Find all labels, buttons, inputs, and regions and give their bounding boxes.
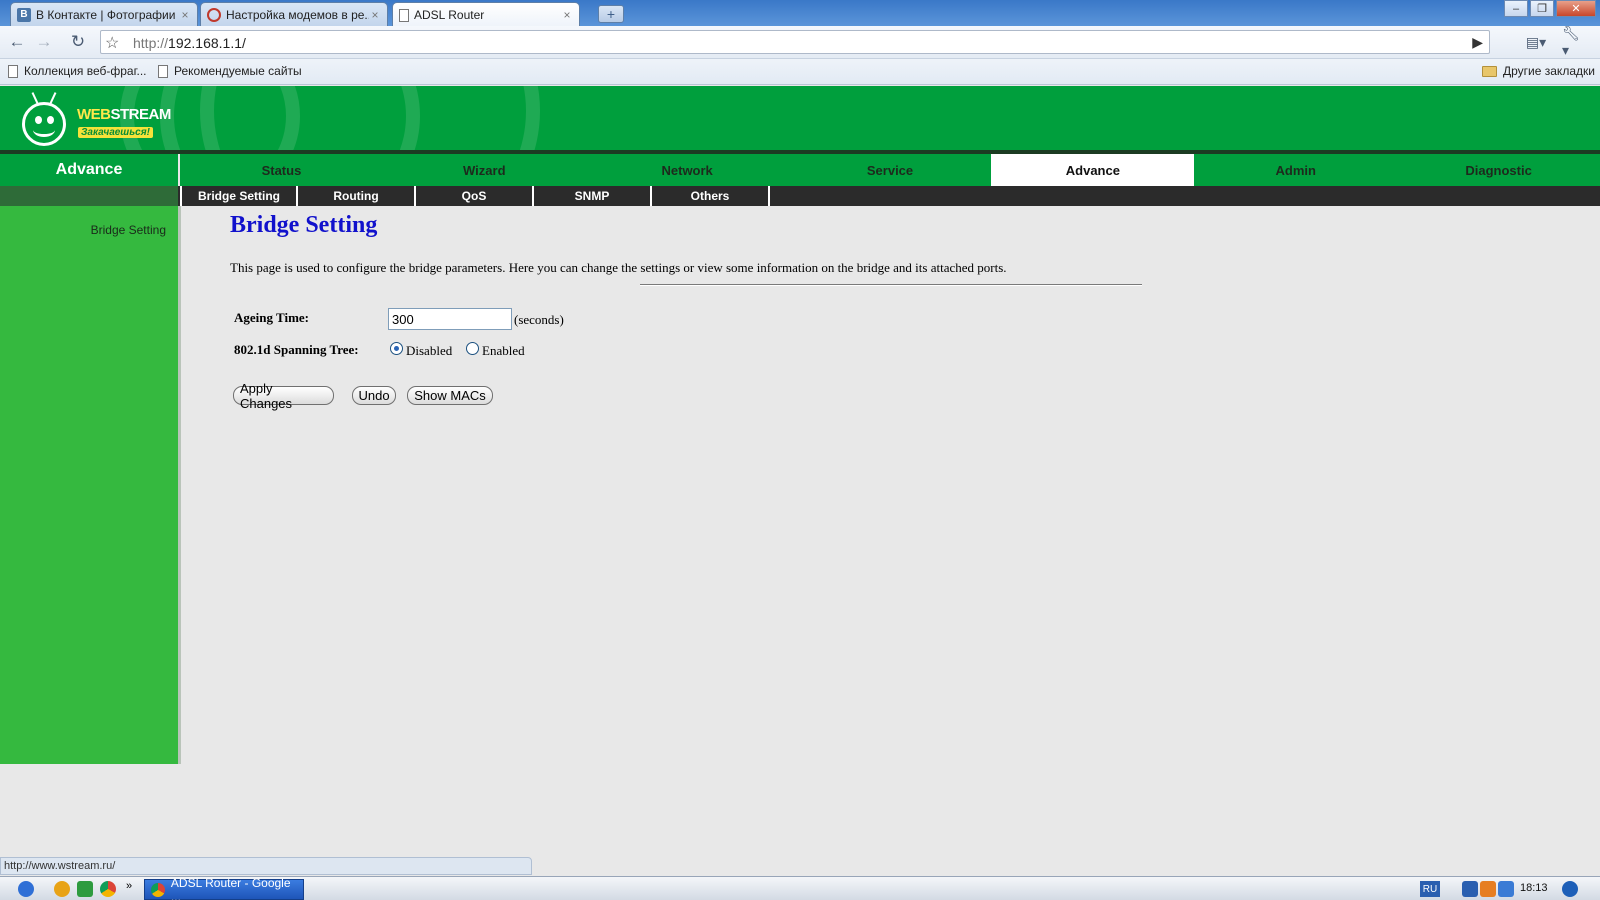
minimize-icon[interactable]: – [1504, 0, 1528, 17]
page-icon [158, 64, 168, 78]
bookmarks-bar: Коллекция веб-фраг... Рекомендуемые сайт… [0, 59, 1600, 85]
spanning-tree-label: 802.1d Spanning Tree: [234, 342, 359, 357]
stp-disabled-radio[interactable] [390, 342, 403, 355]
page-icon [399, 8, 409, 22]
sidebar: Bridge Setting [0, 206, 178, 764]
nav-network[interactable]: Network [586, 154, 789, 186]
other-bookmarks[interactable]: Другие закладки [1482, 64, 1595, 78]
subnav-bridge-setting[interactable]: Bridge Setting [180, 186, 298, 206]
subnav-qos[interactable]: QoS [416, 186, 534, 206]
bookmark-item[interactable]: Рекомендуемые сайты [158, 64, 302, 78]
forward-icon[interactable]: → [32, 31, 56, 53]
status-url: http://www.wstream.ru/ [0, 857, 532, 875]
tab-label: В Контакте | Фотографии [36, 7, 176, 22]
tab-label: Настройка модемов в ре... [226, 7, 369, 22]
app-icon[interactable] [77, 881, 93, 897]
reload-icon[interactable]: ↻ [66, 31, 90, 53]
bookmark-label: Рекомендуемые сайты [174, 64, 302, 78]
clock: 18:13 [1520, 882, 1548, 894]
nav-diagnostic[interactable]: Diagnostic [1397, 154, 1600, 186]
apply-changes-button[interactable]: Apply Changes [233, 381, 334, 411]
chrome-icon [151, 882, 165, 897]
app-icon[interactable] [54, 881, 70, 897]
sidebar-border [178, 206, 181, 764]
window-close-icon[interactable]: ✕ [1556, 0, 1596, 17]
page-icon [8, 64, 18, 78]
stp-enabled-label: Enabled [482, 343, 525, 358]
stp-disabled-label: Disabled [406, 343, 453, 358]
task-label: ADSL Router - Google ... [170, 875, 291, 900]
smiley-icon [22, 102, 66, 146]
taskbar: » ADSL Router - Google ... RU 18:13 [0, 876, 1600, 900]
webstream-logo[interactable]: WEBSTREAM Закачаешься! [22, 90, 171, 148]
star-icon[interactable]: ☆ [105, 33, 119, 53]
bookmark-item[interactable]: Коллекция веб-фраг... [8, 64, 147, 78]
nav-status[interactable]: Status [180, 154, 383, 186]
page-title: Bridge Setting [230, 212, 378, 238]
tray-icon[interactable] [1462, 881, 1478, 897]
undo-button[interactable]: Undo [352, 386, 396, 405]
nav-advance[interactable]: Advance [991, 154, 1195, 186]
brand-slogan: Закачаешься! [78, 127, 153, 138]
nav-service[interactable]: Service [789, 154, 992, 186]
media-player-icon[interactable] [1480, 881, 1496, 897]
main-nav: Status Wizard Network Service Advance Ad… [180, 154, 1600, 186]
header-decoration [200, 86, 540, 150]
show-macs-button[interactable]: Show MACs [407, 386, 493, 405]
brand-name: WEBSTREAM [77, 106, 171, 123]
tab-label: ADSL Router [414, 8, 485, 22]
more-icon[interactable]: » [126, 880, 132, 892]
start-icon[interactable] [18, 881, 34, 897]
subnav-routing[interactable]: Routing [298, 186, 416, 206]
wrench-icon[interactable]: 🔧︎▾ [1562, 25, 1586, 58]
browser-toolbar: ← → ↻ ☆ http://192.168.1.1/ ▶ ▤▾ 🔧︎▾ [0, 25, 1600, 59]
page-header: WEBSTREAM Закачаешься! [0, 86, 1600, 150]
taskbar-window-button[interactable]: ADSL Router - Google ... [144, 875, 304, 900]
close-icon[interactable]: × [369, 8, 381, 22]
page-description: This page is used to configure the bridg… [230, 260, 1007, 275]
tab-strip: B В Контакте | Фотографии × Настройка мо… [0, 0, 1600, 27]
subnav-others[interactable]: Others [652, 186, 770, 206]
go-icon[interactable]: ▶ [1472, 34, 1483, 51]
sidebar-item-bridge-setting[interactable]: Bridge Setting [91, 223, 166, 237]
tab-modem-setup[interactable]: Настройка модемов в ре... × [200, 2, 388, 26]
tab-adsl-router[interactable]: ADSL Router × [392, 2, 580, 27]
vk-icon: B [17, 7, 31, 22]
subnav-snmp[interactable]: SNMP [534, 186, 652, 206]
close-icon[interactable]: × [179, 8, 191, 22]
chrome-icon[interactable] [100, 881, 116, 897]
bookmark-label: Коллекция веб-фраг... [24, 64, 147, 78]
divider [640, 284, 1142, 286]
stp-enabled-radio[interactable] [466, 342, 479, 355]
sub-nav-spacer [0, 186, 178, 206]
main-content: Bridge Setting This page is used to conf… [230, 212, 1230, 411]
network-icon[interactable] [1498, 881, 1514, 897]
address-bar[interactable]: ☆ http://192.168.1.1/ ▶ [100, 30, 1490, 54]
ageing-time-unit: (seconds) [514, 312, 564, 327]
search-icon[interactable] [1562, 881, 1578, 897]
sub-nav: Bridge Setting Routing QoS SNMP Others [180, 186, 770, 206]
ageing-time-input[interactable] [388, 308, 512, 330]
folder-icon [1482, 65, 1497, 77]
address-url[interactable]: http://192.168.1.1/ [133, 35, 246, 51]
tab-vkontakte[interactable]: B В Контакте | Фотографии × [10, 2, 198, 26]
site-favicon [207, 7, 221, 22]
close-icon[interactable]: × [561, 8, 573, 22]
nav-wizard[interactable]: Wizard [383, 154, 586, 186]
language-indicator[interactable]: RU [1420, 881, 1440, 897]
page-menu-icon[interactable]: ▤▾ [1524, 31, 1548, 53]
section-title: Advance [0, 154, 178, 186]
new-tab-button[interactable]: + [598, 5, 624, 23]
ageing-time-label: Ageing Time: [234, 310, 309, 325]
restore-icon[interactable]: ❐ [1530, 0, 1554, 17]
router-page: WEBSTREAM Закачаешься! Advance Status Wi… [0, 86, 1600, 856]
back-icon[interactable]: ← [5, 31, 29, 53]
nav-admin[interactable]: Admin [1194, 154, 1397, 186]
other-bookmarks-label: Другие закладки [1503, 64, 1595, 78]
sub-nav-bar: Bridge Setting Routing QoS SNMP Others [0, 186, 1600, 206]
